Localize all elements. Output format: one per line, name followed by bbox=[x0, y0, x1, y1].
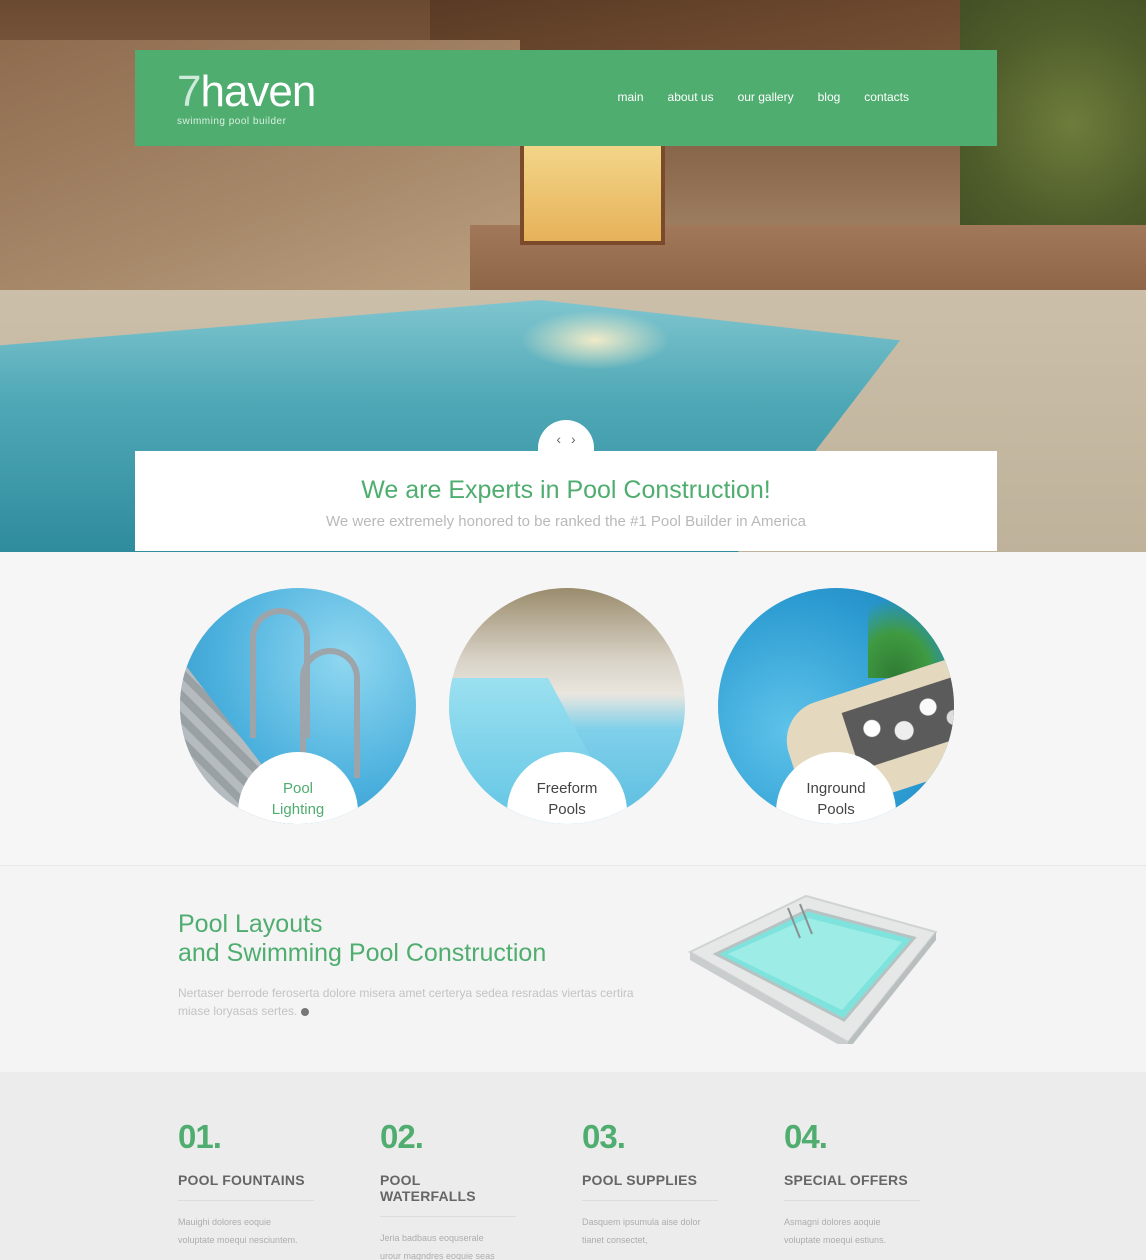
lit-window bbox=[520, 140, 665, 245]
service-freeform-pools[interactable]: Freeform Pools bbox=[449, 588, 685, 824]
pool-3d-illustration bbox=[688, 894, 938, 1044]
banner-subtitle: We were extremely honored to be ranked t… bbox=[326, 513, 806, 530]
banner-title: We are Experts in Pool Construction! bbox=[361, 476, 771, 504]
layouts-text: Nertaser berrode feroserta dolore misera… bbox=[178, 984, 638, 1020]
service-label-line: Freeform bbox=[536, 780, 598, 797]
logo-tagline: swimming pool builder bbox=[177, 116, 287, 127]
logo-word: haven bbox=[200, 67, 316, 116]
pool-light bbox=[520, 310, 670, 370]
logo[interactable]: 7haven swimming pool builder bbox=[177, 67, 316, 128]
service-label-line: Pool bbox=[282, 780, 314, 797]
feature-number: 03. bbox=[582, 1118, 626, 1155]
feature-title[interactable]: SPECIAL OFFERS bbox=[784, 1172, 924, 1188]
nav-main[interactable]: main bbox=[618, 90, 644, 104]
divider bbox=[380, 1216, 516, 1217]
layouts-text-body: Nertaser berrode feroserta dolore misera… bbox=[178, 986, 634, 1018]
nav-our-gallery[interactable]: our gallery bbox=[738, 90, 794, 104]
feature-number: 01. bbox=[178, 1118, 222, 1155]
nav-about-us[interactable]: about us bbox=[668, 90, 714, 104]
service-label-line: Inground bbox=[806, 780, 866, 797]
feature-item: 04. SPECIAL OFFERS Asmagni dolores aoqui… bbox=[784, 1118, 924, 1249]
feature-text: Asmagni dolores aoquie voluptate moequi … bbox=[784, 1217, 887, 1245]
logo-title: 7haven bbox=[177, 67, 316, 116]
layouts-title-line: Pool Layouts bbox=[178, 910, 323, 938]
feature-item: 01. POOL FOUNTAINS Mauighi dolores eoqui… bbox=[178, 1118, 318, 1249]
slider-next-icon[interactable]: › bbox=[571, 431, 576, 447]
divider bbox=[178, 1200, 314, 1201]
divider bbox=[784, 1200, 920, 1201]
site-header: 7haven swimming pool builder main about … bbox=[135, 50, 997, 146]
feature-item: 03. POOL SUPPLIES Dasquem ipsumula aise … bbox=[582, 1118, 722, 1249]
intro-banner: We are Experts in Pool Construction! We … bbox=[135, 451, 997, 551]
layouts-title-line: and Swimming Pool Construction bbox=[178, 939, 547, 967]
features-section: 01. POOL FOUNTAINS Mauighi dolores eoqui… bbox=[0, 1072, 1146, 1260]
divider bbox=[582, 1200, 718, 1201]
nav-contacts[interactable]: contacts bbox=[864, 90, 909, 104]
layouts-title: Pool Layouts and Swimming Pool Construct… bbox=[178, 910, 546, 968]
feature-item: 02. POOL WATERFALLS Jeria badbaus eoquse… bbox=[380, 1118, 520, 1260]
feature-text: Jeria badbaus eoquserale urour magndres … bbox=[380, 1233, 495, 1260]
layouts-section: Pool Layouts and Swimming Pool Construct… bbox=[0, 866, 1146, 1072]
feature-number: 02. bbox=[380, 1118, 424, 1155]
feature-number: 04. bbox=[784, 1118, 828, 1155]
service-pool-lighting[interactable]: Pool Lighting bbox=[180, 588, 416, 824]
feature-text: Dasquem ipsumula aise dolor tianet conse… bbox=[582, 1217, 701, 1245]
service-label-line: Pools bbox=[817, 801, 855, 818]
feature-text: Mauighi dolores eoquie voluptate moequi … bbox=[178, 1217, 298, 1245]
nav-blog[interactable]: blog bbox=[818, 90, 841, 104]
service-label-line: Pools bbox=[548, 801, 586, 818]
main-nav: main about us our gallery blog contacts bbox=[618, 90, 909, 104]
service-inground-pools[interactable]: Inground Pools bbox=[718, 588, 954, 824]
feature-title[interactable]: POOL FOUNTAINS bbox=[178, 1172, 318, 1188]
read-more-icon[interactable] bbox=[301, 1007, 310, 1016]
services-section: Pool Lighting Freeform Pools Inground Po… bbox=[0, 552, 1146, 866]
feature-title[interactable]: POOL WATERFALLS bbox=[380, 1172, 520, 1204]
service-label-line: Lighting bbox=[271, 801, 325, 818]
logo-number: 7 bbox=[177, 67, 202, 116]
slider-prev-icon[interactable]: ‹ bbox=[556, 431, 561, 447]
feature-title[interactable]: POOL SUPPLIES bbox=[582, 1172, 722, 1188]
